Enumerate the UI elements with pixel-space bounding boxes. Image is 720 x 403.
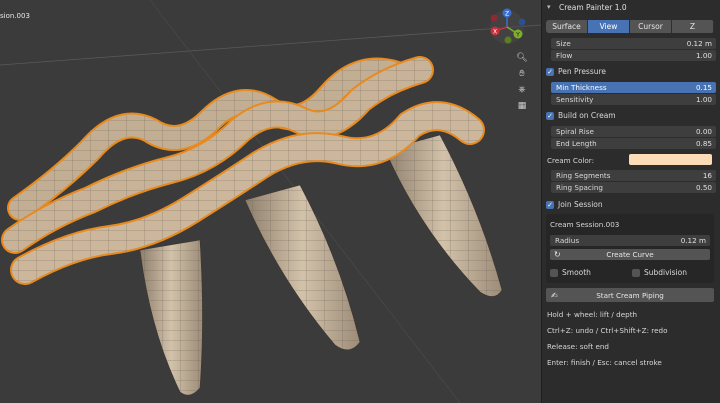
chevron-down-icon[interactable]: ▾ — [547, 3, 555, 11]
help-text-3: Release: soft end — [547, 342, 609, 351]
tab-z[interactable]: Z — [672, 20, 714, 33]
radius-field[interactable]: Radius 0.12 m — [550, 235, 710, 246]
create-curve-button[interactable]: ↻ Create Curve — [550, 249, 710, 260]
flow-field[interactable]: Flow 1.00 — [551, 50, 716, 61]
zoom-icon[interactable]: 🔍︎ — [515, 51, 529, 65]
camera-icon[interactable]: ⎈ — [515, 83, 529, 97]
subdivision-checkbox[interactable]: Subdivision — [632, 267, 687, 278]
gizmo-z-label: Z — [505, 11, 509, 18]
build-on-cream-label: Build on Cream — [558, 111, 616, 120]
session-subpanel: Cream Session.003 Radius 0.12 m ↻ Create… — [546, 214, 714, 283]
checkmark-icon: ✓ — [546, 67, 554, 76]
cream-color-label: Cream Color: — [547, 156, 594, 165]
subdivision-label: Subdivision — [644, 268, 687, 277]
horn-middle — [244, 184, 361, 351]
object-name-label: sion.003 — [0, 12, 30, 20]
spiral-rise-value: 0.00 — [695, 127, 712, 136]
min-thickness-field[interactable]: Min Thickness 0.15 — [551, 82, 716, 93]
3d-viewport[interactable]: Z X Y sion.003 🔍︎ ✋︎ ⎈ ▦ — [0, 0, 541, 403]
build-on-cream-checkbox[interactable]: ✓ Build on Cream — [546, 110, 616, 121]
pen-pressure-checkbox[interactable]: ✓ Pen Pressure — [546, 66, 606, 77]
ring-spacing-field[interactable]: Ring Spacing 0.50 — [551, 182, 716, 193]
flow-value: 1.00 — [695, 51, 712, 60]
start-cream-piping-label: Start Cream Piping — [596, 290, 664, 300]
panel-title: Cream Painter 1.0 — [559, 2, 627, 12]
tab-surface[interactable]: Surface — [546, 20, 588, 33]
end-length-label: End Length — [556, 139, 597, 148]
size-value: 0.12 m — [686, 39, 712, 48]
horn-right — [384, 134, 503, 297]
smooth-label: Smooth — [562, 268, 591, 277]
sensitivity-label: Sensitivity — [556, 95, 594, 104]
spiral-rise-field[interactable]: Spiral Rise 0.00 — [551, 126, 716, 137]
checkmark-icon: ✓ — [546, 200, 554, 209]
join-session-checkbox[interactable]: ✓ Join Session — [546, 199, 603, 210]
help-text-4: Enter: finish / Esc: cancel stroke — [547, 358, 662, 367]
help-text-2: Ctrl+Z: undo / Ctrl+Shift+Z: redo — [547, 326, 668, 335]
ring-spacing-value: 0.50 — [695, 183, 712, 192]
size-field[interactable]: Size 0.12 m — [551, 38, 716, 49]
pan-hand-icon[interactable]: ✋︎ — [515, 67, 529, 81]
tab-cursor[interactable]: Cursor — [630, 20, 672, 33]
session-name: Cream Session.003 — [550, 220, 620, 229]
checkbox-empty-icon — [632, 268, 640, 277]
sensitivity-field[interactable]: Sensitivity 1.00 — [551, 94, 716, 105]
join-session-label: Join Session — [558, 200, 603, 209]
panel-header[interactable]: ▾ Cream Painter 1.0 — [542, 0, 720, 14]
gizmo-y-label: Y — [515, 32, 520, 39]
ring-segments-field[interactable]: Ring Segments 16 — [551, 170, 716, 181]
gizmo-x-label: X — [493, 29, 497, 36]
start-cream-piping-button[interactable]: ✍︎ Start Cream Piping — [546, 288, 714, 302]
grid-view-icon[interactable]: ▦ — [515, 99, 529, 113]
radius-value: 0.12 m — [680, 236, 706, 245]
end-length-value: 0.85 — [695, 139, 712, 148]
sensitivity-value: 1.00 — [695, 95, 712, 104]
ring-segments-value: 16 — [702, 171, 712, 180]
spiral-rise-label: Spiral Rise — [556, 127, 594, 136]
size-label: Size — [556, 39, 571, 48]
tab-view[interactable]: View — [588, 20, 630, 33]
smooth-checkbox[interactable]: Smooth — [550, 267, 591, 278]
ring-spacing-label: Ring Spacing — [556, 183, 603, 192]
min-thickness-value: 0.15 — [695, 83, 712, 92]
create-curve-label: Create Curve — [606, 250, 654, 259]
refresh-icon: ↻ — [554, 250, 561, 259]
checkbox-empty-icon — [550, 268, 558, 277]
ring-segments-label: Ring Segments — [556, 171, 611, 180]
radius-label: Radius — [555, 236, 580, 245]
cream-color-swatch[interactable] — [629, 154, 712, 165]
flow-label: Flow — [556, 51, 573, 60]
pen-pressure-label: Pen Pressure — [558, 67, 607, 76]
viewport-scene: Z X Y — [0, 0, 541, 403]
horn-left — [139, 239, 203, 396]
help-text-1: Hold + wheel: lift / depth — [547, 310, 638, 319]
checkmark-icon: ✓ — [546, 111, 554, 120]
tab-bar: Surface View Cursor Z — [546, 20, 714, 33]
navigation-gizmo[interactable]: Z X Y — [490, 8, 526, 45]
min-thickness-label: Min Thickness — [556, 83, 607, 92]
end-length-field[interactable]: End Length 0.85 — [551, 138, 716, 149]
piping-bag-icon: ✍︎ — [551, 290, 558, 300]
cream-painter-panel: ▾ Cream Painter 1.0 Surface View Cursor … — [541, 0, 720, 403]
